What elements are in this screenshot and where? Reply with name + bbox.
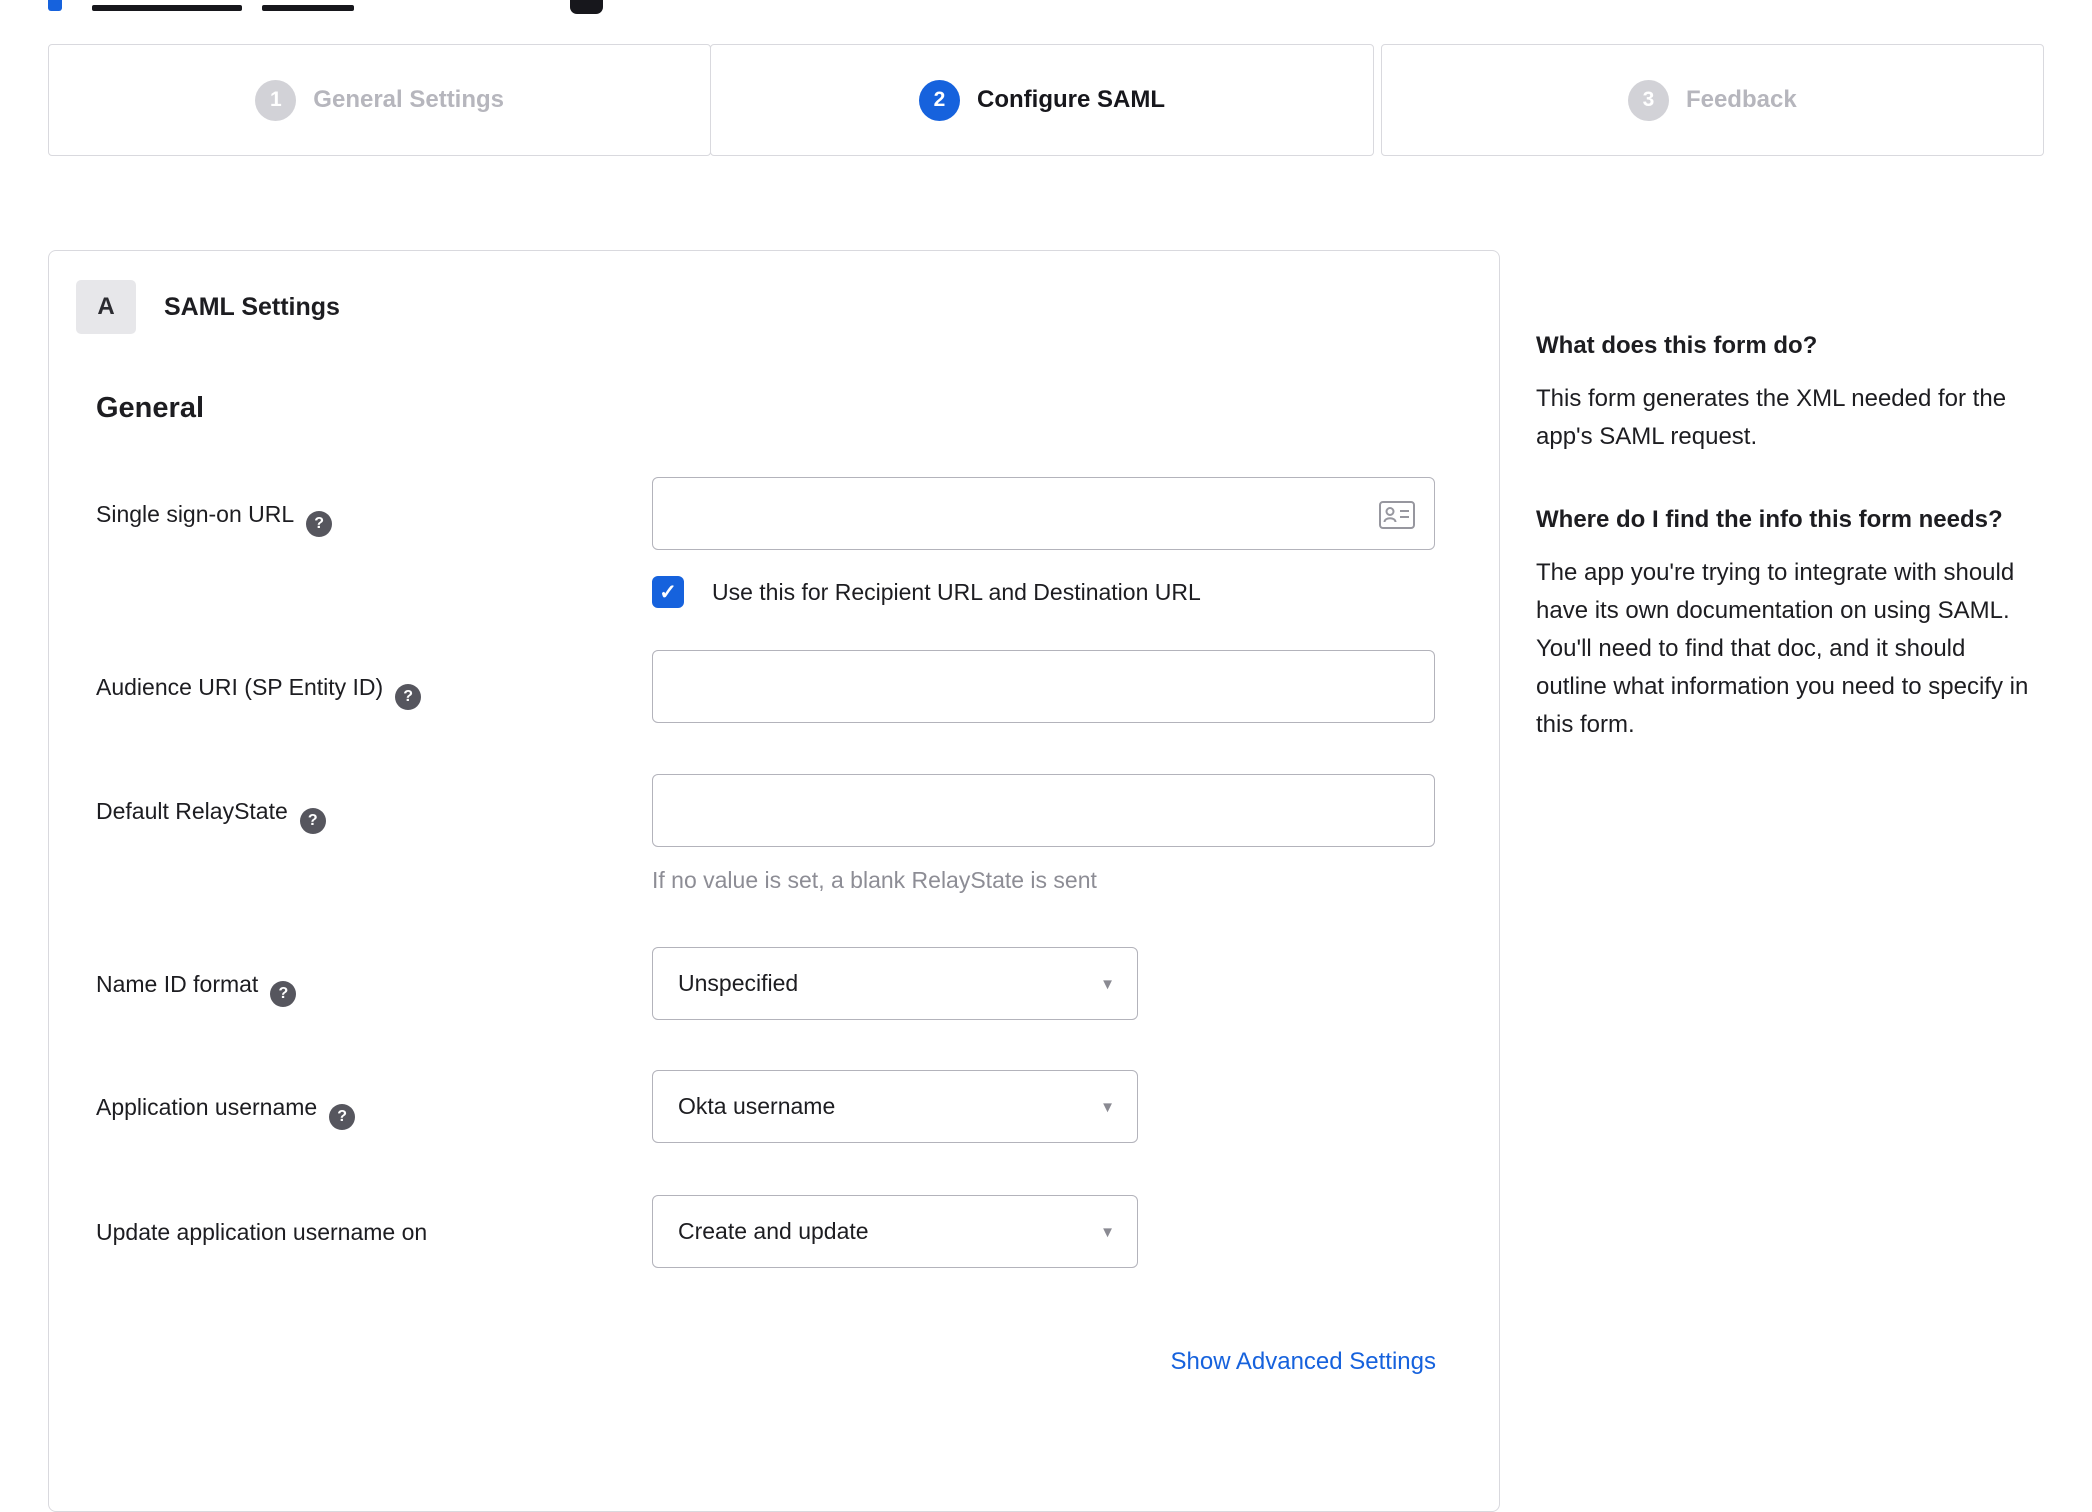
app-username-select[interactable]: Okta username ▼: [652, 1070, 1138, 1143]
name-id-format-label: Name ID format?: [96, 947, 652, 1020]
update-app-username-select[interactable]: Create and update ▼: [652, 1195, 1138, 1268]
contact-card-icon[interactable]: [1379, 501, 1415, 529]
app-username-value: Okta username: [678, 1093, 836, 1119]
relay-state-hint: If no value is set, a blank RelayState i…: [652, 867, 1097, 893]
step-number-badge: 3: [1627, 79, 1669, 121]
app-username-label: Application username?: [96, 1070, 652, 1143]
help-sidebar: What does this form do? This form genera…: [1536, 250, 2036, 790]
chevron-down-icon: ▼: [1100, 1099, 1115, 1116]
check-icon: ✓: [659, 580, 677, 604]
sidebar-heading-where: Where do I find the info this form needs…: [1536, 506, 2003, 533]
step-label: General Settings: [313, 86, 505, 113]
sso-url-input[interactable]: [652, 477, 1435, 550]
panel-title: SAML Settings: [164, 292, 340, 321]
saml-settings-panel: A SAML Settings General Single sign-on U…: [48, 250, 1500, 1512]
chevron-down-icon: ▼: [1100, 1224, 1115, 1241]
name-id-format-value: Unspecified: [678, 970, 799, 996]
sidebar-body-where: The app you're trying to integrate with …: [1536, 559, 2029, 738]
audience-uri-label: Audience URI (SP Entity ID)?: [96, 650, 652, 723]
name-id-format-select[interactable]: Unspecified ▼: [652, 947, 1138, 1020]
step-label: Configure SAML: [977, 86, 1165, 113]
help-icon[interactable]: ?: [395, 684, 422, 710]
recipient-url-checkbox-label[interactable]: Use this for Recipient URL and Destinati…: [712, 579, 1201, 606]
sidebar-heading-what: What does this form do?: [1536, 332, 1818, 359]
help-icon[interactable]: ?: [329, 1104, 356, 1130]
step-configure-saml[interactable]: 2 Configure SAML: [710, 44, 1374, 156]
show-advanced-settings-link[interactable]: Show Advanced Settings: [1170, 1348, 1436, 1375]
step-feedback[interactable]: 3 Feedback: [1380, 44, 2044, 156]
help-icon[interactable]: ?: [270, 981, 297, 1007]
app-username-row: Application username? Okta username ▼: [96, 1070, 1499, 1143]
audience-uri-input[interactable]: [652, 650, 1435, 723]
relay-state-row: Default RelayState? If no value is set, …: [96, 774, 1499, 897]
help-icon[interactable]: ?: [299, 808, 326, 834]
chevron-down-icon: ▼: [1100, 976, 1115, 993]
clipped-title-fragment: [262, 5, 354, 11]
help-icon[interactable]: ?: [306, 511, 333, 537]
clipped-link-fragment: [48, 0, 62, 11]
update-app-username-row: Update application username on Create an…: [96, 1195, 1499, 1268]
step-general-settings[interactable]: 1 General Settings: [48, 44, 712, 156]
name-id-format-row: Name ID format? Unspecified ▼: [96, 947, 1499, 1020]
sidebar-body-what: This form generates the XML needed for t…: [1536, 385, 2007, 450]
sso-url-label: Single sign-on URL?: [96, 477, 652, 608]
clipped-title-fragment: [92, 5, 242, 11]
clipped-button-fragment: [570, 0, 603, 14]
relay-state-label: Default RelayState?: [96, 774, 652, 897]
sso-url-row: Single sign-on URL? ✓ Use this for Recip…: [96, 477, 1499, 608]
relay-state-input[interactable]: [652, 774, 1435, 847]
wizard-stepper: 1 General Settings 2 Configure SAML 3 Fe…: [48, 44, 2044, 156]
update-app-username-label: Update application username on: [96, 1219, 428, 1245]
recipient-url-checkbox[interactable]: ✓: [652, 576, 684, 608]
step-label: Feedback: [1685, 86, 1797, 113]
clipped-page-header: [0, 0, 2092, 14]
update-app-username-value: Create and update: [678, 1218, 869, 1244]
section-a-badge: A: [76, 280, 136, 334]
step-number-badge: 1: [255, 79, 297, 121]
audience-uri-row: Audience URI (SP Entity ID)?: [96, 650, 1499, 723]
general-group-heading: General: [96, 392, 204, 424]
step-number-badge: 2: [919, 79, 960, 121]
